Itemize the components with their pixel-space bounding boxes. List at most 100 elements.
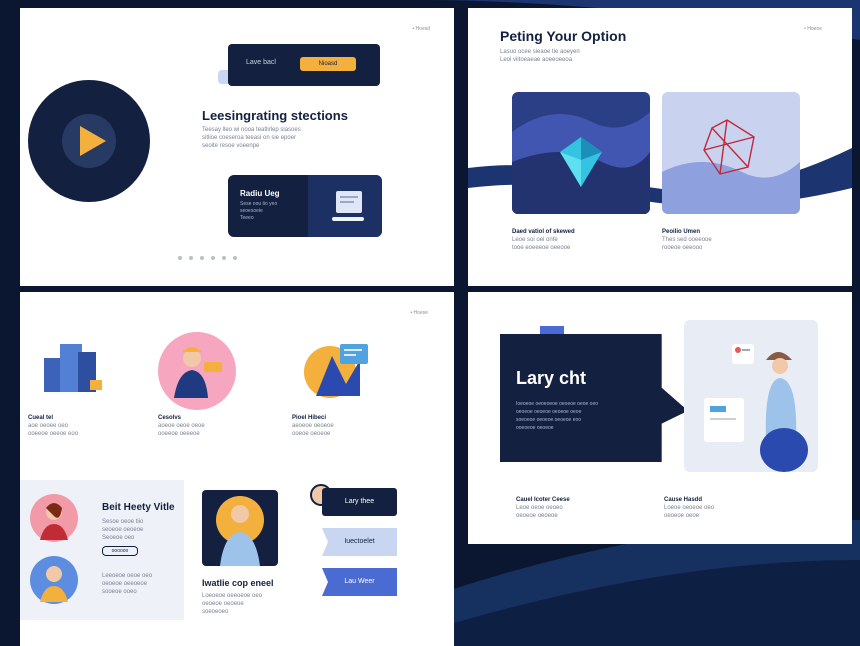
option-item: Peoilio Umen Thes sed ooeeooe rooeoe oee… — [662, 228, 802, 252]
person-icon — [40, 566, 68, 602]
pager — [176, 249, 246, 267]
feature-line: ooeoe oeoeoe — [292, 431, 331, 437]
pager-dot — [189, 256, 193, 260]
option-item-title: Daed vatiol of skewed — [512, 229, 575, 235]
presenter-line: oeoeoe oeoeoe — [202, 601, 244, 607]
card-title: Radiu Ueg — [240, 189, 280, 198]
subtitle-line: Lasuo ocee sieaoe tie aoeyen — [500, 49, 580, 55]
chat-heading: Lary cht — [516, 368, 587, 388]
profile-line: Leeoeoe oeoe oeo — [102, 573, 153, 579]
worker-icon — [174, 347, 222, 398]
chat-item: Cause Hasdd Loeoe oeoeoe oeo oeoeoe oeoe — [664, 496, 794, 520]
card-line: Sese oou tio yeo — [240, 201, 278, 207]
chat-item-title: Cause Hasdd — [664, 497, 703, 503]
pager-dot — [178, 256, 182, 260]
option-item-title: Peoilio Umen — [662, 229, 701, 235]
chart-board-icon — [304, 344, 368, 398]
profile-line: seoeoe oeoeoe — [102, 527, 144, 533]
gem-icon — [512, 112, 650, 214]
card-line: Teeeo — [240, 215, 254, 221]
play-button[interactable] — [28, 80, 150, 202]
feature-title: Pioel Hibeci — [292, 415, 327, 421]
chat-line: ooeoeoe oeoeoe — [516, 425, 554, 431]
profile-line: sooeoe ooeo — [102, 589, 137, 595]
pill-button-dark[interactable]: Lary thee — [322, 488, 397, 516]
header-tab-decoration — [540, 326, 564, 334]
slide-heading: Peting Your Option — [500, 28, 627, 44]
option-item-line: tooe eoeeeoe oeeooe — [512, 245, 571, 251]
option-item: Daed vatiol of skewed Leoe soi oei onfe … — [512, 228, 652, 252]
pager-dot — [222, 256, 226, 260]
pager-dot — [211, 256, 215, 260]
pager-dots — [178, 256, 237, 260]
banner-button[interactable]: Nioasd — [300, 57, 356, 71]
slide-body: Teesay lleo wi nooa teatlirlep siasoes s… — [202, 126, 362, 150]
slide-features: • Hoese Cueal tel aoe oeoee oeo ooeeoe o… — [20, 292, 454, 646]
slide-subtitle: Lasuo ocee sieaoe tie aoeyen Leoi viitoe… — [500, 48, 580, 64]
polyhedron-icon — [662, 119, 800, 214]
chat-line: oeoeoe oeoeoe oeoeoe oeoe — [516, 409, 582, 415]
pill-button-blue[interactable]: Lau Weer — [322, 568, 397, 596]
chat-body: Ioeoeoe oeoeoeoe oeoeoe oeoe oeo oeoeoe … — [516, 400, 598, 432]
avatar — [30, 556, 78, 604]
feature-line: aoeoe oeoe oeoe — [158, 423, 205, 429]
option-item-line: rooeoe oeeooo — [662, 245, 703, 251]
chat-item-line: oeoeoe oeoeoe — [516, 513, 558, 519]
person-chat-icon — [704, 344, 808, 472]
presenter-icon — [216, 496, 264, 566]
feature-line: aeoeoe oeoeoe — [292, 423, 334, 429]
chat-item-title: Cauel Icoter Ceese — [516, 497, 570, 503]
presenter-line: Loeoeoe oeeoeoe oeo — [202, 593, 263, 599]
presenter-caption: Iwatlie cop eneel — [202, 578, 274, 588]
feature-item: Cueal tel aoe oeoee oeo ooeeoe oeeoe eoo — [28, 414, 138, 438]
profile-heading: Beit Heety Vitle — [102, 502, 175, 513]
worker-illustration — [158, 332, 236, 410]
chat-item-line: oeoeoe oeoe — [664, 513, 700, 519]
profile-line: Seoeoe oeo — [102, 535, 135, 541]
chat-item-line: Loeoe oeoeoe oeo — [664, 505, 715, 511]
profile-line: oeoeoe oeeoeoe — [102, 581, 148, 587]
profile-body: Sesoe oeoe tiio seoeoe oeoeoe Seoeoe oeo — [102, 518, 143, 542]
pager-dot — [200, 256, 204, 260]
slide-heading: Leesingrating stections — [202, 108, 348, 123]
pager-dot — [233, 256, 237, 260]
feature-card[interactable]: Radiu Ueg Sese oou tio yeo seoesoeie Tee… — [228, 175, 382, 237]
chat-item-line: Leoe oeoe oeoeo — [516, 505, 563, 511]
play-icon — [80, 126, 106, 156]
top-banner: Lave bacl Nioasd — [228, 44, 380, 86]
feature-line: ooeeoe oeeoe eoo — [28, 431, 79, 437]
chat-illustration — [684, 320, 818, 472]
feature-line: aoe oeoee oeo — [28, 423, 69, 429]
presenter-body: Loeoeoe oeeoeoe oeo oeoeoe oeoeoe soeoeo… — [202, 592, 262, 616]
option-image-polyhedron[interactable] — [662, 92, 800, 214]
body-line: seoite resoe voeenpe — [202, 143, 260, 149]
profile-card: Beit Heety Vitle Sesoe oeoe tiio seoeoe … — [20, 480, 184, 620]
profile-body-2: Leeoeoe oeoe oeo oeoeoe oeeoeoe sooeoe o… — [102, 572, 152, 596]
option-item-line: Thes sed ooeeooe — [662, 237, 712, 243]
option-image-gem[interactable] — [512, 92, 650, 214]
slide-corner-label: • Hoesd — [412, 26, 430, 32]
chat-line: Ioeoeoe oeoeoeoe oeoeoe oeoe oeo — [516, 401, 599, 407]
slide-corner-label: • Hoeoe — [804, 26, 822, 32]
chat-hero-card: Lary cht Ioeoeoe oeoeoeoe oeoeoe oeoe oe… — [500, 334, 688, 462]
slide-chat: Lary cht Ioeoeoe oeoeoeoe oeoeoe oeoe oe… — [468, 292, 852, 544]
presenter-image — [202, 490, 278, 566]
subtitle-line: Leoi viitoeaeae aoeeoeeoa — [500, 57, 573, 63]
banner-text: Lave bacl — [246, 59, 276, 66]
body-line: sitlioe coeseroa teeasi on sie epoer — [202, 135, 297, 141]
feature-item: Cesolvs aoeoe oeoe oeoe ooeeoe oeeeoe — [158, 414, 268, 438]
profile-line: Sesoe oeoe tiio — [102, 519, 144, 525]
slide-corner-label: • Hoese — [410, 310, 428, 316]
feature-item: Pioel Hibeci aeoeoe oeoeoe ooeoe oeoeoe — [292, 414, 402, 438]
monitor-icon — [332, 191, 364, 221]
slide-options: • Hoeoe Peting Your Option Lasuo ocee si… — [468, 8, 852, 286]
feature-line: ooeeoe oeeeoe — [158, 431, 200, 437]
profile-link-button[interactable]: oooooo — [102, 546, 138, 556]
avatar — [30, 494, 78, 542]
pill-button-light[interactable]: Iuectoelet — [322, 528, 397, 556]
feature-title: Cesolvs — [158, 415, 182, 421]
body-line: Teesay lleo wi nooa teatlirlep siasoes — [202, 127, 301, 133]
card-line: seoesoeie — [240, 208, 263, 214]
feature-title: Cueal tel — [28, 415, 54, 421]
person-icon — [40, 503, 68, 540]
